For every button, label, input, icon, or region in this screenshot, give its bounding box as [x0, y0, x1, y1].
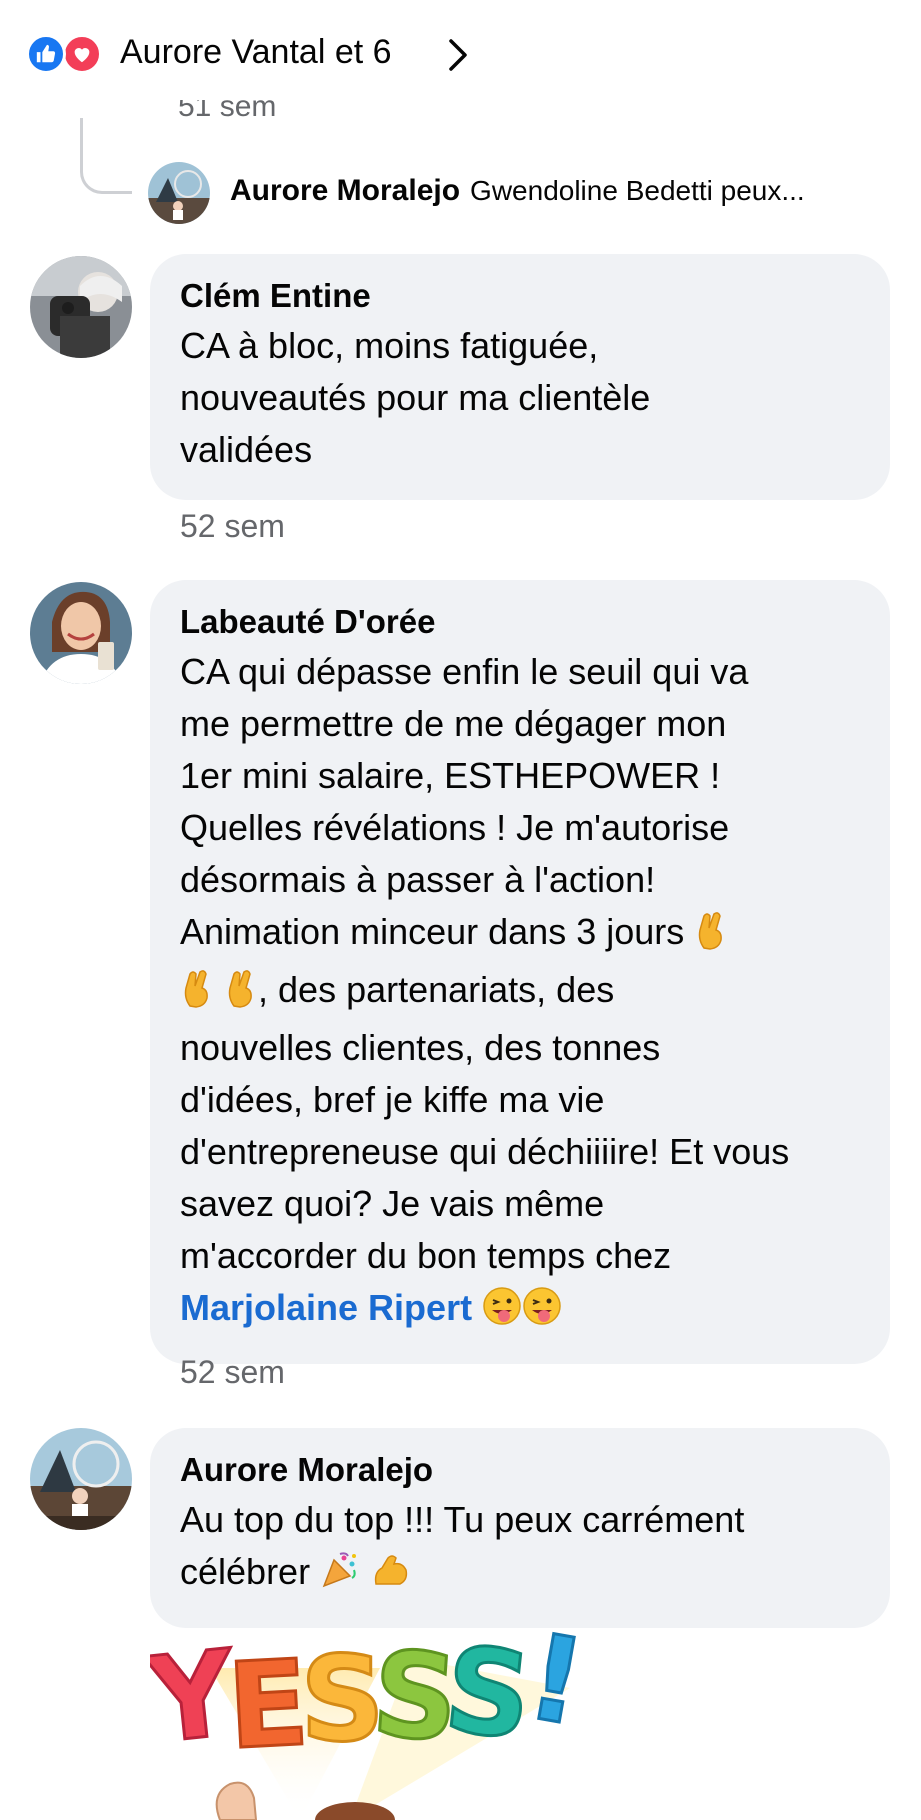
user-mention[interactable]: Marjolaine Ripert: [180, 1287, 472, 1328]
reply-preview[interactable]: Aurore Moralejo Gwendoline Bedetti peux..…: [230, 174, 890, 208]
love-icon: [62, 34, 102, 74]
comment-line: Au top du top !!! Tu peux carrément: [180, 1499, 745, 1540]
avatar[interactable]: [30, 582, 132, 684]
comment-line: célébrer: [180, 1546, 860, 1604]
thread-connector: [80, 118, 132, 194]
comment-line: d'idées, bref je kiffe ma vie: [180, 1079, 605, 1120]
like-icon: [26, 34, 66, 74]
reply-text: Gwendoline Bedetti peux...: [470, 175, 805, 206]
tongue-wink-emoji-icon: [522, 1286, 562, 1340]
comment-line: m'accorder du bon temps chez: [180, 1235, 672, 1276]
comment-line-text: célébrer: [180, 1551, 311, 1592]
party-popper-emoji-icon: [320, 1550, 360, 1604]
reaction-icons: [26, 34, 112, 74]
comment-line-text: , des partenariats, des: [258, 969, 615, 1010]
comment-line: Marjolaine Ripert: [180, 1282, 860, 1340]
sticker-letter: E: [224, 1634, 312, 1776]
chevron-right-icon[interactable]: [443, 37, 473, 73]
comment-line: nouvelles clientes, des tonnes: [180, 1027, 661, 1068]
comment-line: CA à bloc, moins fatiguée,: [180, 325, 599, 366]
avatar[interactable]: [30, 256, 132, 358]
comment-line: CA qui dépasse enfin le seuil qui va: [180, 651, 749, 692]
comment-line: d'entrepreneuse qui déchiiiire! Et vous: [180, 1131, 790, 1172]
crossed-fingers-emoji-icon: [224, 968, 258, 1022]
previous-comment-time: 51 sem: [178, 100, 277, 122]
comment-line: savez quoi? Je vais même: [180, 1183, 605, 1224]
comment-line: me permettre de me dégager mon: [180, 703, 727, 744]
comment-bubble[interactable]: Clém Entine CA à bloc, moins fatiguée, n…: [150, 254, 890, 500]
comment-line: 1er mini salaire, ESTHEPOWER !: [180, 755, 721, 796]
comment-line: Animation minceur dans 3 jours: [180, 906, 860, 964]
comment-bubble[interactable]: Labeauté D'orée CA qui dépasse enfin le …: [150, 580, 890, 1364]
comment-text: CA qui dépasse enfin le seuil qui va me …: [180, 646, 860, 1340]
crossed-fingers-emoji-icon: [180, 968, 214, 1022]
tongue-wink-emoji-icon: [482, 1286, 522, 1340]
reply-author[interactable]: Aurore Moralejo: [230, 174, 460, 207]
comment-line: désormais à passer à l'action!: [180, 859, 656, 900]
avatar[interactable]: [148, 162, 210, 224]
yess-sticker[interactable]: Y E S S S !: [150, 1608, 620, 1820]
comment-author[interactable]: Labeauté D'orée: [180, 602, 860, 642]
flexed-biceps-emoji-icon: [370, 1550, 410, 1604]
comment-bubble[interactable]: Aurore Moralejo Au top du top !!! Tu peu…: [150, 1428, 890, 1628]
comment-line: validées: [180, 429, 313, 470]
comment-author[interactable]: Aurore Moralejo: [180, 1450, 860, 1490]
avatar[interactable]: [30, 1428, 132, 1530]
comment-text: CA à bloc, moins fatiguée, nouveautés po…: [180, 320, 860, 476]
comment-line: Quelles révélations ! Je m'autorise: [180, 807, 730, 848]
reactions-header[interactable]: Aurore Vantal et 6: [0, 0, 921, 110]
comment-time[interactable]: 52 sem: [180, 508, 285, 545]
comment-author[interactable]: Clém Entine: [180, 276, 860, 316]
comment-line-text: Animation minceur dans 3 jours: [180, 911, 685, 952]
crossed-fingers-emoji-icon: [694, 910, 728, 964]
reactions-summary[interactable]: Aurore Vantal et 6: [120, 33, 392, 72]
comment-time[interactable]: 52 sem: [180, 1354, 285, 1391]
comment-line: nouveautés pour ma clientèle: [180, 377, 651, 418]
comment-line: , des partenariats, des: [180, 964, 860, 1022]
comment-text: Au top du top !!! Tu peux carrément célé…: [180, 1494, 860, 1604]
